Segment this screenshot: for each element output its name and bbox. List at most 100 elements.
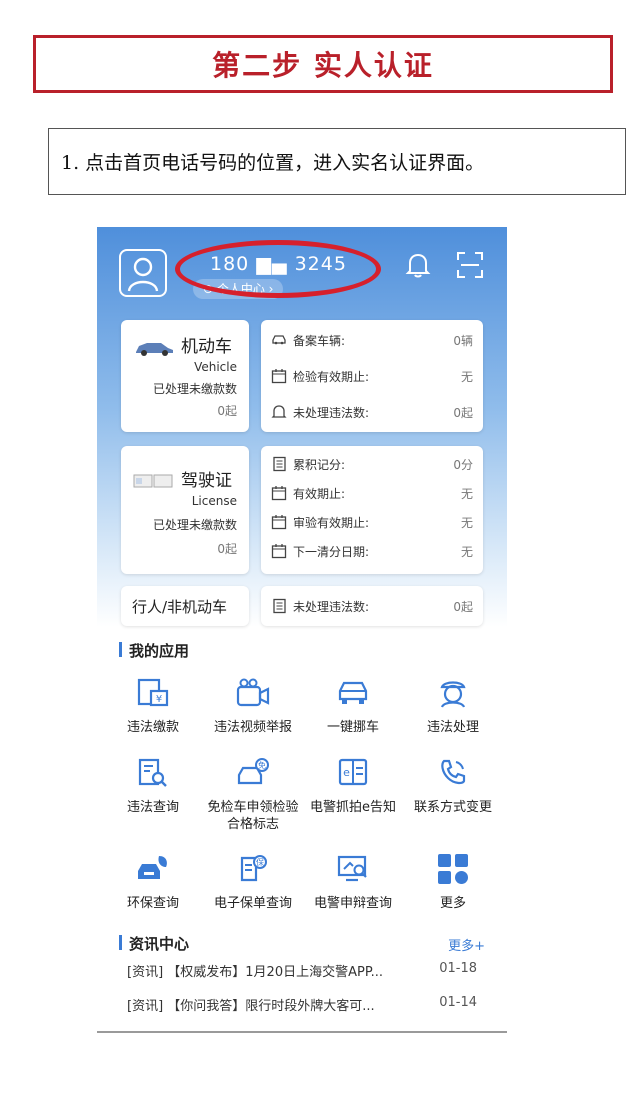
car-outline-icon <box>272 335 286 345</box>
license-icon <box>133 474 173 488</box>
exempt-car-icon: 免 <box>237 758 269 785</box>
app-item[interactable]: e 电警抓拍e告知 <box>303 757 403 816</box>
info-label: 下一清分日期: <box>293 544 370 559</box>
svg-text:e: e <box>343 766 350 779</box>
section-marker <box>119 642 122 657</box>
app-item[interactable]: 违法查询 <box>103 757 203 816</box>
app-label: 电子保单查询 <box>213 896 292 911</box>
info-row: 下一清分日期: 无 <box>271 540 473 562</box>
eco-car-icon <box>138 856 167 879</box>
app-item[interactable]: 免 免检车申领检验合格标志 <box>203 757 303 833</box>
violation-list-icon <box>273 598 286 614</box>
step-title-box: 第二步 实人认证 <box>33 35 613 93</box>
info-value: 0分 <box>453 457 473 472</box>
license-title: 驾驶证 <box>181 471 232 491</box>
info-row: 审验有效期止: 无 <box>271 511 473 533</box>
instruction-box: 1. 点击首页电话号码的位置，进入实名认证界面。 <box>48 128 626 195</box>
news-item[interactable]: [资讯] 【权威发布】1月20日上海交警APP... 01-18 <box>127 961 477 980</box>
info-label: 未处理违法数: <box>293 405 370 420</box>
app-item[interactable]: 联系方式变更 <box>403 757 503 816</box>
app-item[interactable]: 电警申辩查询 <box>303 853 403 912</box>
license-unpaid-label: 已处理未缴款数 <box>152 518 237 532</box>
score-icon <box>273 456 286 472</box>
calendar-icon <box>271 515 287 530</box>
app-screenshot: 180 ▆▄ 3245 ⊙ 个人中心 › 机动车 Vehicle 已处理未缴款数… <box>97 227 507 1033</box>
info-row: 检验有效期止: 无 <box>271 365 473 387</box>
app-item[interactable]: 环保查询 <box>103 853 203 912</box>
news-text: [资讯] 【权威发布】1月20日上海交警APP... <box>127 965 384 980</box>
svg-text:保: 保 <box>256 857 264 867</box>
news-text: [资讯] 【你问我答】限行时段外牌大客可... <box>127 999 375 1014</box>
app-item[interactable]: 更多 <box>403 853 503 912</box>
bell-small-icon <box>271 405 287 418</box>
info-value: 0起 <box>453 599 473 614</box>
app-label: 违法视频举报 <box>213 720 292 735</box>
info-value: 无 <box>460 515 473 530</box>
app-label: 环保查询 <box>126 896 179 911</box>
svg-text:免: 免 <box>258 760 266 770</box>
bell-icon[interactable] <box>405 251 431 283</box>
pedestrian-card[interactable]: 行人/非机动车 <box>121 586 249 626</box>
info-value: 无 <box>460 369 473 384</box>
query-icon <box>138 758 167 787</box>
app-item[interactable]: 违法视频举报 <box>203 677 303 736</box>
app-label: 免检车申领检验合格标志 <box>207 800 299 832</box>
instruction-text: 1. 点击首页电话号码的位置，进入实名认证界面。 <box>61 152 485 174</box>
svg-text:¥: ¥ <box>156 694 162 705</box>
news-item[interactable]: [资讯] 【你问我答】限行时段外牌大客可... 01-14 <box>127 995 477 1014</box>
news-date: 01-14 <box>439 995 477 1010</box>
calendar-icon <box>271 369 287 384</box>
info-row: 备案车辆: 0辆 <box>271 329 473 351</box>
move-car-icon <box>338 681 368 704</box>
app-item[interactable]: ¥ 违法缴款 <box>103 677 203 736</box>
info-value: 无 <box>460 544 473 559</box>
news-more-link[interactable]: 更多+ <box>448 935 485 954</box>
phone-change-icon <box>441 759 466 785</box>
info-label: 审验有效期止: <box>293 515 370 530</box>
app-label: 违法查询 <box>126 800 179 815</box>
vehicle-unpaid-label: 已处理未缴款数 <box>152 382 237 396</box>
avatar-icon[interactable] <box>119 249 167 297</box>
info-value: 无 <box>460 486 473 501</box>
step-title: 第二步 实人认证 <box>212 49 434 82</box>
app-label: 更多 <box>439 896 466 911</box>
app-label: 一键挪车 <box>326 720 379 735</box>
app-item[interactable]: 违法处理 <box>403 677 503 736</box>
appeal-query-icon <box>337 855 367 882</box>
my-apps-title: 我的应用 <box>129 642 190 660</box>
highlight-ellipse <box>175 240 381 298</box>
app-item[interactable]: 一键挪车 <box>303 677 403 736</box>
news-title: 资讯中心 <box>129 935 190 953</box>
info-label: 有效期止: <box>293 486 346 501</box>
license-card[interactable]: 驾驶证 License 已处理未缴款数 0起 <box>121 446 249 574</box>
scan-icon[interactable] <box>456 251 484 283</box>
info-label: 累积记分: <box>293 457 346 472</box>
vehicle-title: 机动车 <box>181 337 232 357</box>
app-label: 违法处理 <box>426 720 479 735</box>
app-label: 违法缴款 <box>126 720 179 735</box>
police-icon <box>440 681 466 708</box>
pedestrian-title: 行人/非机动车 <box>132 598 228 616</box>
info-row: 未处理违法数: 0起 <box>271 401 473 423</box>
app-label: 联系方式变更 <box>413 800 492 815</box>
car-icon <box>136 343 173 356</box>
info-value: 0起 <box>453 405 473 420</box>
license-subtitle: License <box>191 494 237 508</box>
info-row: 累积记分: 0分 <box>271 453 473 475</box>
license-info-card[interactable]: 累积记分: 0分 有效期止: 无 审验有效期止: 无 下一清分日期: 无 <box>261 446 483 574</box>
vehicle-card[interactable]: 机动车 Vehicle 已处理未缴款数 0起 <box>121 320 249 432</box>
more-grid-icon <box>438 854 468 884</box>
e-notice-icon: e <box>338 758 368 786</box>
app-label: 电警抓拍e告知 <box>310 800 396 815</box>
info-label: 未处理违法数: <box>293 599 370 614</box>
app-item[interactable]: 保 电子保单查询 <box>203 853 303 912</box>
vehicle-unpaid-value: 0起 <box>217 404 237 418</box>
vehicle-info-card[interactable]: 备案车辆: 0辆 检验有效期止: 无 未处理违法数: 0起 <box>261 320 483 432</box>
info-label: 检验有效期止: <box>293 369 370 384</box>
calendar-icon <box>271 486 287 501</box>
app-label: 电警申辩查询 <box>313 896 392 911</box>
calendar-icon <box>271 544 287 559</box>
info-value: 0辆 <box>453 333 473 348</box>
section-marker <box>119 935 122 950</box>
pedestrian-info-card[interactable]: 未处理违法数: 0起 <box>261 586 483 626</box>
